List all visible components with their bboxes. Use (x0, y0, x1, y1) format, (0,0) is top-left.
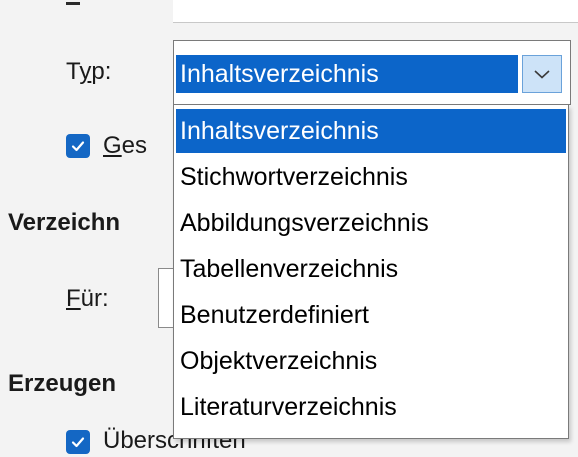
checkmark-icon (71, 141, 85, 152)
dropdown-option[interactable]: Tabellenverzeichnis (176, 247, 566, 291)
typ-dropdown-list: Inhaltsverzeichnis Stichwortverzeichnis … (173, 105, 569, 439)
dropdown-option[interactable]: Stichwortverzeichnis (176, 155, 566, 199)
typ-combobox-value: Inhaltsverzeichnis (176, 55, 518, 93)
section-erzeugen-heading: Erzeugen (8, 370, 117, 397)
dropdown-option[interactable]: Benutzerdefiniert (176, 293, 566, 337)
dropdown-option[interactable]: Inhaltsverzeichnis (176, 109, 566, 153)
ges-checkbox[interactable] (66, 134, 90, 158)
section-verzeichnis-heading: Verzeichn (8, 209, 121, 236)
panel-background (173, 0, 578, 23)
fuer-label-mnemonic: F (66, 285, 81, 312)
typ-label-mnemonic: y (79, 58, 92, 85)
dropdown-option[interactable]: Abbildungsverzeichnis (176, 201, 566, 245)
ueberschriften-checkbox[interactable] (66, 430, 90, 454)
chevron-down-icon (534, 70, 550, 79)
fuer-label: Für: (66, 285, 109, 313)
typ-label-rest: p: (91, 58, 112, 85)
dropdown-option[interactable]: Objektverzeichnis (176, 339, 566, 383)
checkmark-icon (71, 437, 85, 448)
typ-dropdown-button[interactable] (522, 55, 562, 93)
dropdown-option[interactable]: Literaturverzeichnis (176, 385, 566, 429)
typ-label: Typ: (66, 58, 111, 86)
ges-label-rest: es (121, 132, 148, 159)
typ-label-first: T (66, 58, 80, 85)
typ-combobox[interactable]: Inhaltsverzeichnis (173, 40, 571, 105)
ges-checkbox-label[interactable]: Ges (103, 132, 147, 160)
fuer-label-rest: ür: (80, 285, 109, 312)
ges-label-mnemonic: G (103, 132, 122, 159)
clipped-element-top (66, 2, 80, 5)
